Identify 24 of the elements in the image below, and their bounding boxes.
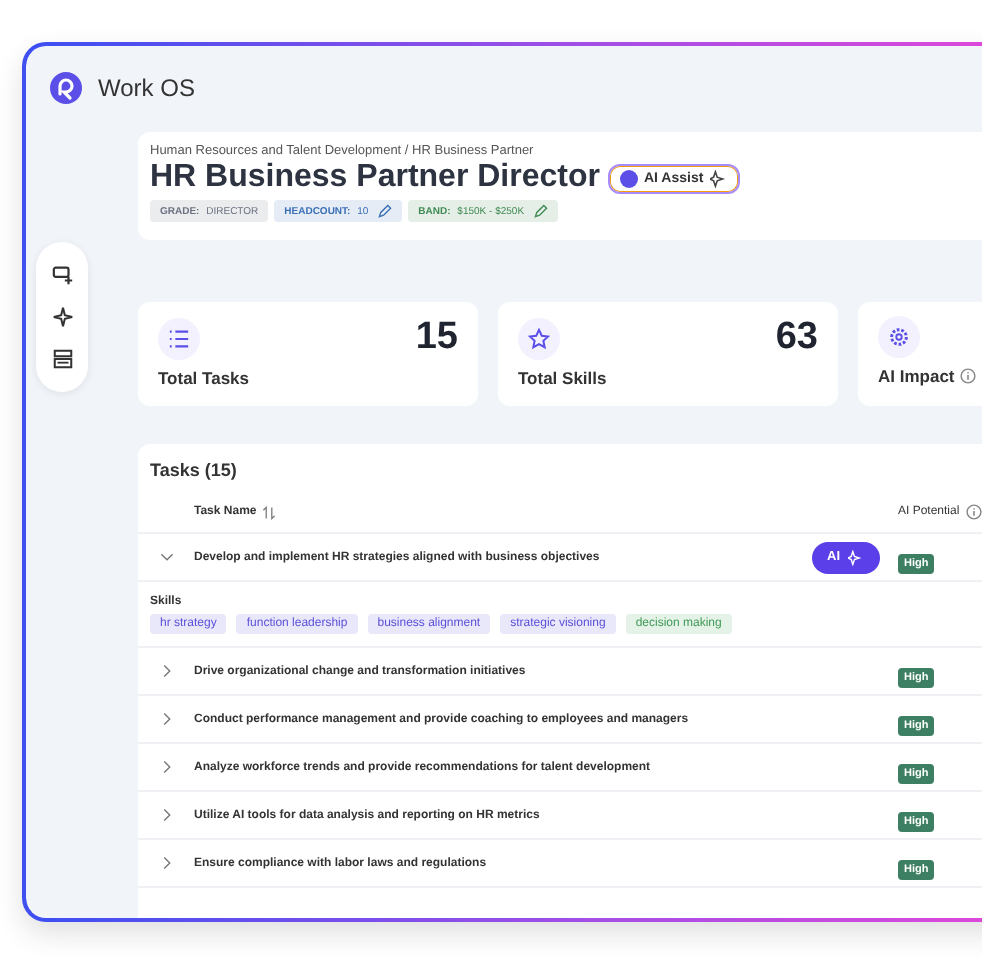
sort-icon[interactable] — [262, 505, 277, 519]
stat-value: 15 — [415, 316, 458, 360]
star-icon — [528, 327, 550, 349]
stat-label: Total Tasks — [158, 368, 250, 388]
chevron-right-icon[interactable] — [159, 664, 173, 678]
chevron-right-icon[interactable] — [159, 760, 173, 774]
section-title: Tasks (15) — [148, 460, 239, 484]
stat-label: Total Skills — [518, 368, 607, 388]
app-name: Work OS — [98, 74, 195, 102]
chevron-right-icon[interactable] — [159, 856, 173, 870]
logo-icon — [619, 169, 638, 187]
stat-value: 63 — [775, 316, 818, 360]
chevron-right-icon[interactable] — [159, 808, 173, 822]
settings-icon — [888, 326, 910, 348]
list-icon — [168, 327, 190, 349]
logo-icon — [50, 72, 82, 104]
sparkle-icon — [709, 169, 728, 187]
sparkle-icon — [848, 549, 864, 565]
stat-label: AI Impact — [878, 366, 955, 386]
edit-icon[interactable] — [378, 204, 393, 218]
chevron-down-icon[interactable] — [159, 550, 173, 564]
page-title: HR Business Partner Director — [150, 160, 600, 196]
chevron-right-icon[interactable] — [159, 712, 173, 726]
edit-icon[interactable] — [534, 204, 549, 218]
